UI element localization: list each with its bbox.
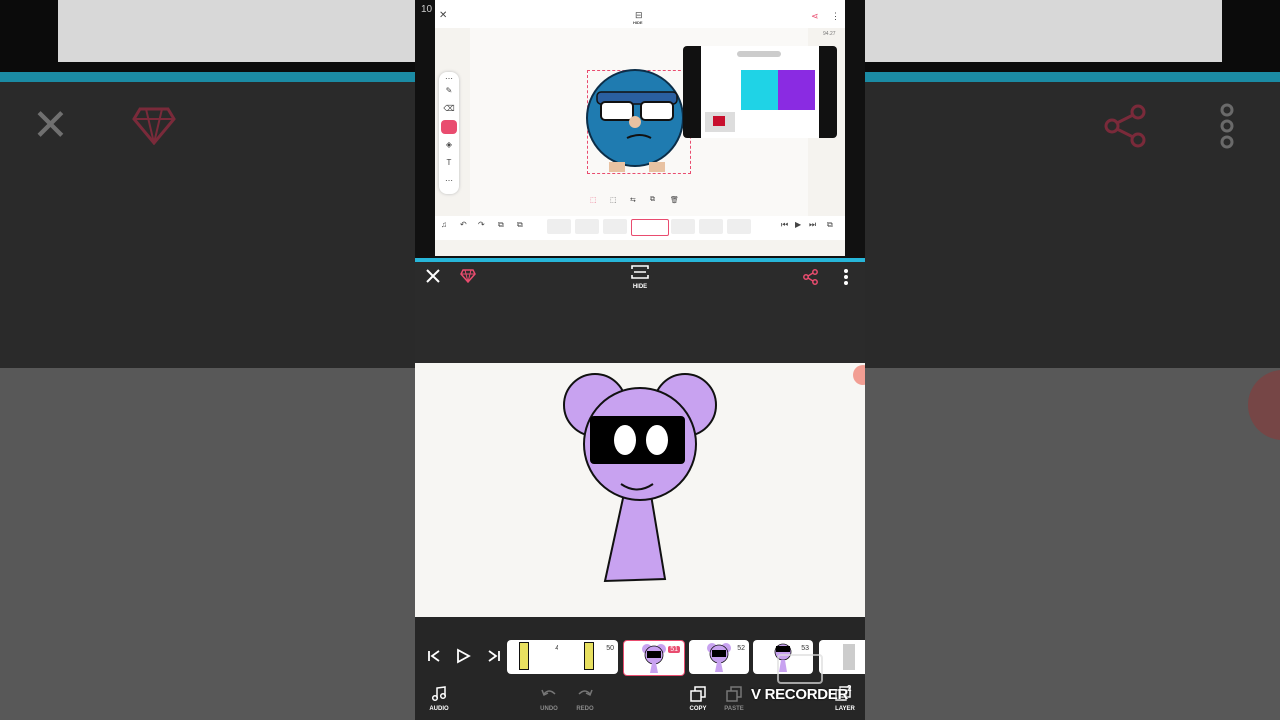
share-icon[interactable] xyxy=(803,269,819,290)
blue-character xyxy=(586,69,684,172)
layer-label: LAYER xyxy=(835,706,855,712)
background-more-vertical-icon xyxy=(1218,102,1236,155)
tablet-play-icon[interactable]: ▶ xyxy=(795,220,801,229)
close-icon[interactable] xyxy=(425,268,441,289)
cut-tool-icon[interactable]: ⬚ xyxy=(590,196,597,204)
tablet-zoom: 94.27 xyxy=(823,31,836,37)
tablet-frame[interactable] xyxy=(671,219,695,234)
audio-icon[interactable] xyxy=(431,686,447,707)
side-more-icon[interactable]: ⋯ xyxy=(439,74,459,83)
tablet-frame-selected[interactable] xyxy=(631,219,669,236)
drawing-canvas[interactable] xyxy=(415,363,865,617)
frame-number: 50 xyxy=(606,645,614,652)
frame-content xyxy=(519,642,529,670)
tablet-recording: 10 ✕ ⊟ HIDE ⋖ ⋮ 94.27 ⋯ ✎ ⌫ ◈ T ⋯ ⬚ ⬚ ⇆ … xyxy=(415,0,865,258)
tablet-side-toolbar: ⋯ ✎ ⌫ ◈ T ⋯ xyxy=(439,72,459,194)
remove-tool-icon[interactable]: 🗑 xyxy=(670,196,679,204)
side-pen-icon[interactable]: ✎ xyxy=(439,86,459,95)
tablet-share-icon[interactable]: ⋖ xyxy=(811,11,819,22)
background-diamond-icon xyxy=(132,105,176,150)
tablet-redo-icon[interactable]: ↷ xyxy=(478,220,485,229)
preview-thumb-content xyxy=(713,116,725,126)
workspace-background xyxy=(415,296,865,363)
side-more-icon-bottom[interactable]: ⋯ xyxy=(439,176,459,185)
watermark-text: V RECORDER xyxy=(751,686,849,703)
tablet-frame[interactable] xyxy=(575,219,599,234)
floating-preview[interactable] xyxy=(683,46,837,138)
background-share-icon xyxy=(1104,104,1148,153)
frame-thumbnail-selected[interactable]: 51 xyxy=(623,640,685,676)
skip-start-icon[interactable] xyxy=(427,649,441,668)
paste-icon[interactable] xyxy=(726,686,742,707)
transform-tool-icon[interactable]: ⬚ xyxy=(610,196,617,204)
app-bar: HIDE xyxy=(415,262,865,296)
frame-thumbnail[interactable]: 50 xyxy=(558,640,618,674)
copy-icon[interactable] xyxy=(690,686,706,707)
hide-label: HIDE xyxy=(632,284,648,290)
tablet-frame[interactable] xyxy=(727,219,751,234)
tablet-screen: 10 ✕ ⊟ HIDE ⋖ ⋮ 94.27 ⋯ ✎ ⌫ ◈ T ⋯ ⬚ ⬚ ⇆ … xyxy=(421,0,845,256)
frame-thumbnail-partial[interactable] xyxy=(819,640,865,674)
side-eraser-icon[interactable]: ⌫ xyxy=(439,104,459,113)
phone-screen: 10 ✕ ⊟ HIDE ⋖ ⋮ 94.27 ⋯ ✎ ⌫ ◈ T ⋯ ⬚ ⬚ ⇆ … xyxy=(415,0,865,720)
tablet-prev-icon[interactable]: ⏮ xyxy=(781,220,788,230)
preview-handle[interactable] xyxy=(737,51,781,57)
copy-label: COPY xyxy=(689,706,707,712)
play-icon[interactable] xyxy=(455,648,471,669)
frame-content xyxy=(843,644,855,670)
tablet-layer-icon[interactable]: ⧉ xyxy=(827,220,833,230)
frame-thumbnail[interactable]: 52 xyxy=(689,640,749,674)
canvas-scroll-handle[interactable] xyxy=(853,365,865,385)
side-lasso-icon[interactable] xyxy=(441,120,457,134)
recorder-camera-icon xyxy=(777,654,823,684)
purple-character xyxy=(563,373,717,583)
preview-image xyxy=(741,70,815,110)
tablet-audio-icon[interactable]: ♫ xyxy=(441,220,447,229)
frame-content xyxy=(642,644,666,673)
tablet-paste-icon[interactable]: ⧉ xyxy=(517,220,523,230)
frame-content xyxy=(584,642,594,670)
diamond-icon[interactable] xyxy=(460,269,476,288)
redo-icon[interactable] xyxy=(577,687,593,705)
frame-number: 51 xyxy=(668,646,680,653)
tablet-copy-icon[interactable]: ⧉ xyxy=(498,220,504,230)
tablet-frame[interactable] xyxy=(699,219,723,234)
tablet-frame[interactable] xyxy=(547,219,571,234)
frame-number: 52 xyxy=(737,645,745,652)
frame-content xyxy=(707,643,731,672)
hide-icon[interactable] xyxy=(631,265,649,284)
undo-label: UNDO xyxy=(540,706,558,712)
redo-label: REDO xyxy=(576,706,594,712)
tablet-frame[interactable] xyxy=(603,219,627,234)
tablet-undo-icon[interactable]: ↶ xyxy=(460,220,467,229)
skip-end-icon[interactable] xyxy=(487,649,501,668)
tablet-next-icon[interactable]: ⏭ xyxy=(809,220,816,230)
duplicate-tool-icon[interactable]: ⧉ xyxy=(650,196,655,204)
tablet-hide-label: HIDE xyxy=(633,20,643,25)
more-vertical-icon[interactable] xyxy=(842,268,850,291)
frame-number: 53 xyxy=(801,645,809,652)
paste-label: PASTE xyxy=(724,706,744,712)
audio-label: AUDIO xyxy=(429,706,449,712)
tablet-more-icon[interactable]: ⋮ xyxy=(831,11,840,22)
background-close-icon: ✕ xyxy=(32,101,69,150)
preview-thumb xyxy=(705,112,735,132)
tablet-close-icon[interactable]: ✕ xyxy=(439,10,447,21)
tablet-bottom-bar: ♫ ↶ ↷ ⧉ ⧉ ⏮ ▶ ⏭ ⧉ xyxy=(435,216,845,240)
side-bucket-icon[interactable]: ◈ xyxy=(439,140,459,149)
selection-tools: ⬚ ⬚ ⇆ ⧉ 🗑 xyxy=(590,196,690,212)
flip-tool-icon[interactable]: ⇆ xyxy=(630,196,636,204)
tablet-status-time: 10 xyxy=(421,4,433,15)
undo-icon[interactable] xyxy=(541,687,557,705)
side-text-icon[interactable]: T xyxy=(439,158,459,167)
